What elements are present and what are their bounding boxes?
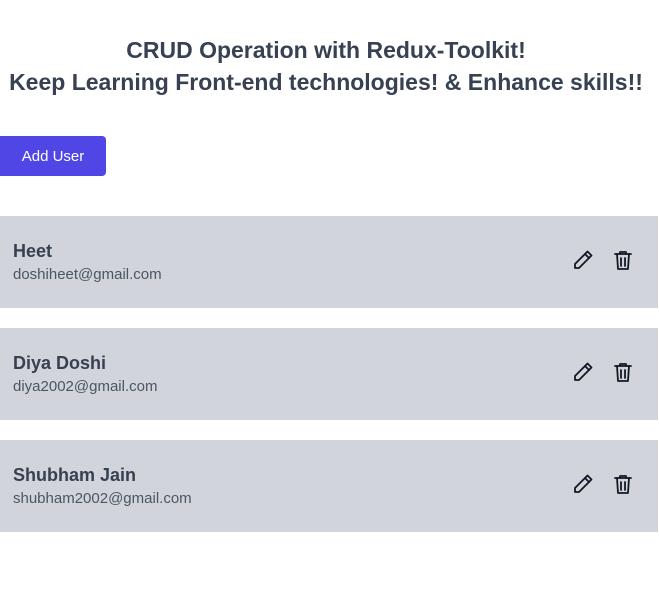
user-list: Heet doshiheet@gmail.com Diya Doshi diya… (0, 216, 658, 552)
user-actions (570, 359, 636, 385)
user-name: Diya Doshi (13, 353, 107, 373)
user-email: diya2002@gmail.com (13, 378, 158, 395)
page: CRUD Operation with Redux-Toolkit! Keep … (0, 0, 659, 594)
user-info: Heet doshiheet@gmail.com (13, 240, 162, 285)
user-actions (570, 471, 636, 497)
user-actions (570, 247, 636, 273)
user-info: Shubham Jain shubham2002@gmail.com (13, 464, 192, 509)
user-card: Heet doshiheet@gmail.com (0, 216, 658, 308)
user-card: Shubham Jain shubham2002@gmail.com (0, 440, 658, 532)
user-name: Heet (13, 241, 53, 261)
delete-user-button[interactable] (610, 471, 636, 497)
trash-icon (614, 251, 632, 270)
page-title: CRUD Operation with Redux-Toolkit! (126, 37, 526, 63)
trash-icon (614, 475, 632, 494)
pencil-icon (574, 474, 593, 493)
user-card: Diya Doshi diya2002@gmail.com (0, 328, 658, 420)
add-user-button[interactable]: Add User (0, 136, 106, 176)
trash-icon (614, 363, 632, 382)
user-name: Shubham Jain (13, 465, 137, 485)
edit-user-button[interactable] (570, 359, 596, 385)
user-email: doshiheet@gmail.com (13, 266, 162, 283)
page-header: CRUD Operation with Redux-Toolkit! Keep … (0, 34, 652, 98)
pencil-icon (574, 362, 593, 381)
pencil-icon (574, 250, 593, 269)
page-subtitle: Keep Learning Front-end technologies! & … (9, 69, 643, 95)
user-info: Diya Doshi diya2002@gmail.com (13, 352, 157, 397)
delete-user-button[interactable] (610, 359, 636, 385)
edit-user-button[interactable] (570, 471, 596, 497)
edit-user-button[interactable] (570, 247, 596, 273)
delete-user-button[interactable] (610, 247, 636, 273)
user-email: shubham2002@gmail.com (13, 490, 192, 507)
